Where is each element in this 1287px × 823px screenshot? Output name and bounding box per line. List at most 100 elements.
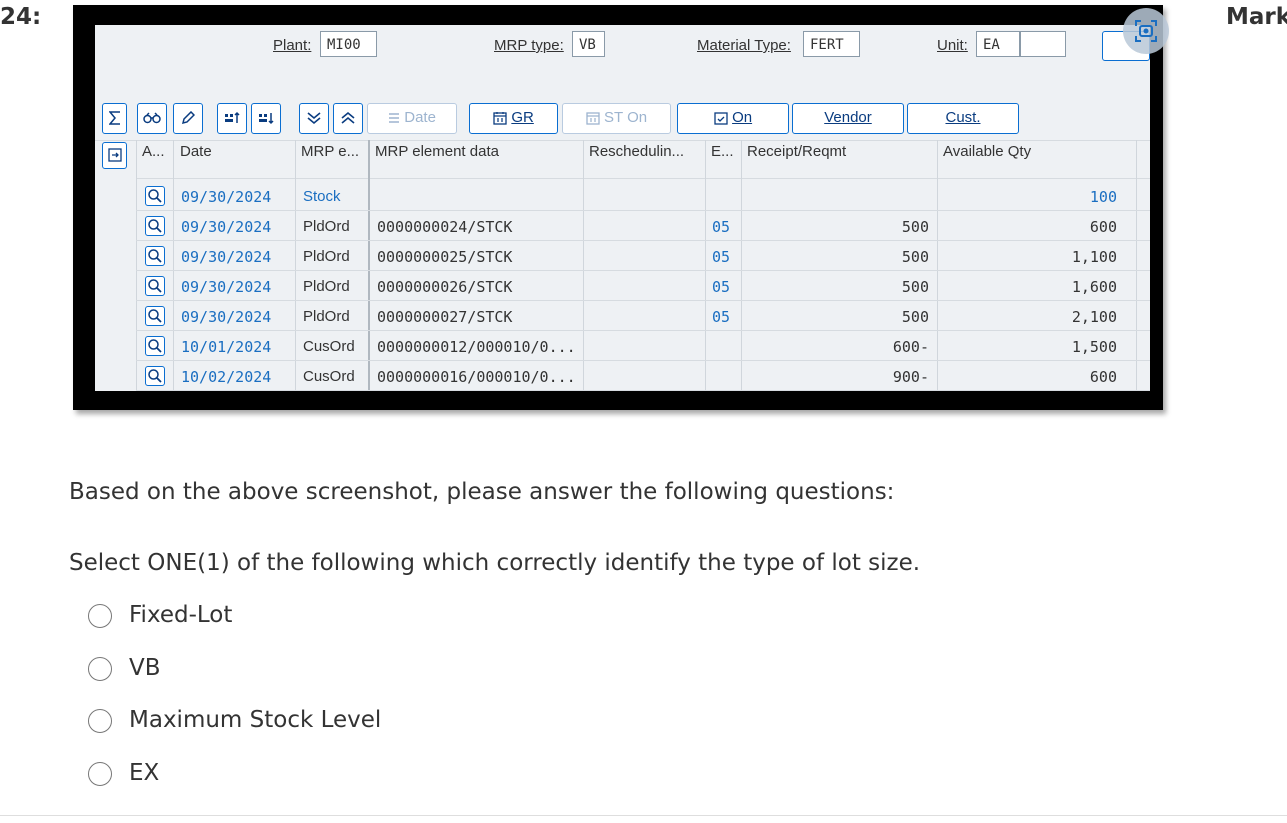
radio-button[interactable] xyxy=(88,709,112,733)
row-receipt-reqmt: 500 xyxy=(901,248,929,266)
grid-line xyxy=(368,140,370,391)
question-prompt: Select ONE(1) of the following which cor… xyxy=(69,550,921,576)
col-header-date[interactable]: Date xyxy=(180,143,212,160)
date-filter-label: Date xyxy=(404,109,436,126)
gr-label: GR xyxy=(511,109,534,126)
calendar-icon xyxy=(493,112,507,125)
date-filter-button[interactable]: Date xyxy=(367,103,457,134)
row-element-data: 0000000012/000010/0... xyxy=(377,338,576,356)
row-divider xyxy=(136,330,1150,331)
binoculars-icon xyxy=(143,112,161,124)
sort-descending-icon xyxy=(259,113,274,125)
sigma-icon xyxy=(107,111,120,125)
details-icon[interactable] xyxy=(145,276,165,296)
row-mrp-element: PldOrd xyxy=(303,278,350,295)
col-header-a[interactable]: A... xyxy=(142,143,165,160)
option-label: EX xyxy=(129,760,160,786)
plant-field[interactable]: MI00 xyxy=(320,31,377,57)
radio-button[interactable] xyxy=(88,762,112,786)
on-button[interactable]: On xyxy=(677,103,789,134)
screenshot-tool-button[interactable] xyxy=(1123,8,1169,54)
col-header-receipt-reqmt[interactable]: Receipt/Reqmt xyxy=(747,143,846,160)
row-exception[interactable]: 05 xyxy=(712,248,730,266)
material-type-field[interactable]: FERT xyxy=(803,31,860,57)
question-intro: Based on the above screenshot, please an… xyxy=(69,479,895,505)
row-divider xyxy=(136,240,1150,241)
details-icon[interactable] xyxy=(145,336,165,356)
row-exception[interactable]: 05 xyxy=(712,278,730,296)
gr-button[interactable]: GR xyxy=(469,103,558,134)
sort-ascending-button[interactable] xyxy=(217,103,247,134)
col-header-exception[interactable]: E... xyxy=(711,143,734,160)
details-icon[interactable] xyxy=(145,246,165,266)
export-icon xyxy=(107,148,122,162)
on-label: On xyxy=(732,109,753,126)
details-icon[interactable] xyxy=(145,216,165,236)
grid-line xyxy=(583,140,584,391)
grid-line xyxy=(173,140,174,391)
radio-button[interactable] xyxy=(88,604,112,628)
grid-line xyxy=(295,140,296,391)
st-on-button[interactable]: ST On xyxy=(562,103,671,134)
option-label: Maximum Stock Level xyxy=(129,707,382,733)
unit-label: Unit: xyxy=(937,37,968,54)
row-mrp-element[interactable]: Stock xyxy=(303,188,341,205)
cust-label: Cust. xyxy=(945,109,981,126)
details-icon[interactable] xyxy=(145,366,165,386)
row-element-data: 0000000016/000010/0... xyxy=(377,368,576,386)
row-mrp-element: PldOrd xyxy=(303,308,350,325)
row-date[interactable]: 09/30/2024 xyxy=(181,188,271,206)
sum-button[interactable] xyxy=(102,103,127,134)
row-divider xyxy=(136,300,1150,301)
mrp-type-field[interactable]: VB xyxy=(572,31,605,57)
details-icon[interactable] xyxy=(145,186,165,206)
details-icon[interactable] xyxy=(145,306,165,326)
collapse-button[interactable] xyxy=(333,103,363,134)
col-header-available-qty[interactable]: Available Qty xyxy=(943,143,1031,160)
calendar-check-icon xyxy=(714,112,728,125)
align-icon xyxy=(389,113,400,123)
row-date: 09/30/2024 xyxy=(181,278,272,296)
edit-button[interactable] xyxy=(173,103,203,134)
plant-label: Plant: xyxy=(273,37,312,54)
find-button[interactable] xyxy=(137,103,167,134)
row-mrp-element: PldOrd xyxy=(303,248,350,265)
vendor-label: Vendor xyxy=(824,109,872,126)
row-receipt-reqmt: 500 xyxy=(901,278,929,296)
row-date: 09/30/2024 xyxy=(181,218,272,236)
grid-line xyxy=(136,178,1150,179)
expand-button[interactable] xyxy=(299,103,329,134)
unit-text-field[interactable] xyxy=(1020,31,1066,57)
row-element-data: 0000000027/STCK xyxy=(377,308,513,326)
row-receipt-reqmt: 600- xyxy=(892,338,929,356)
sort-descending-button[interactable] xyxy=(251,103,281,134)
radio-button[interactable] xyxy=(88,657,112,681)
grid-line xyxy=(1136,140,1137,391)
unit-field[interactable]: EA xyxy=(976,31,1020,57)
row-available-qty: 1,600 xyxy=(1071,278,1117,296)
vendor-button[interactable]: Vendor xyxy=(792,103,904,134)
export-button[interactable] xyxy=(102,142,127,169)
col-header-rescheduling[interactable]: Reschedulin... xyxy=(589,143,684,160)
row-receipt-reqmt: 900- xyxy=(892,368,929,386)
mrp-type-label: MRP type: xyxy=(494,37,564,54)
chevron-double-down-icon xyxy=(307,112,321,125)
row-divider xyxy=(136,390,1150,391)
row-date: 09/30/2024 xyxy=(181,248,272,266)
row-available-qty: 2,100 xyxy=(1071,308,1117,326)
grid-line xyxy=(136,140,137,391)
sort-ascending-icon xyxy=(225,111,240,124)
screenshot-frame: Plant: MI00 MRP type: VB Material Type: … xyxy=(73,5,1163,410)
option-label: Fixed-Lot xyxy=(129,602,233,628)
row-date: 09/30/2024 xyxy=(181,308,272,326)
row-element-data: 0000000024/STCK xyxy=(377,218,513,236)
row-exception[interactable]: 05 xyxy=(712,308,730,326)
col-header-mrp-element[interactable]: MRP e... xyxy=(301,143,359,160)
row-exception[interactable]: 05 xyxy=(712,218,730,236)
row-mrp-element: PldOrd xyxy=(303,218,350,235)
row-element-data: 0000000026/STCK xyxy=(377,278,513,296)
cust-button[interactable]: Cust. xyxy=(907,103,1019,134)
row-mrp-element: CusOrd xyxy=(303,368,355,385)
question-number: 24: xyxy=(0,4,42,30)
col-header-mrp-element-data[interactable]: MRP element data xyxy=(375,143,499,160)
